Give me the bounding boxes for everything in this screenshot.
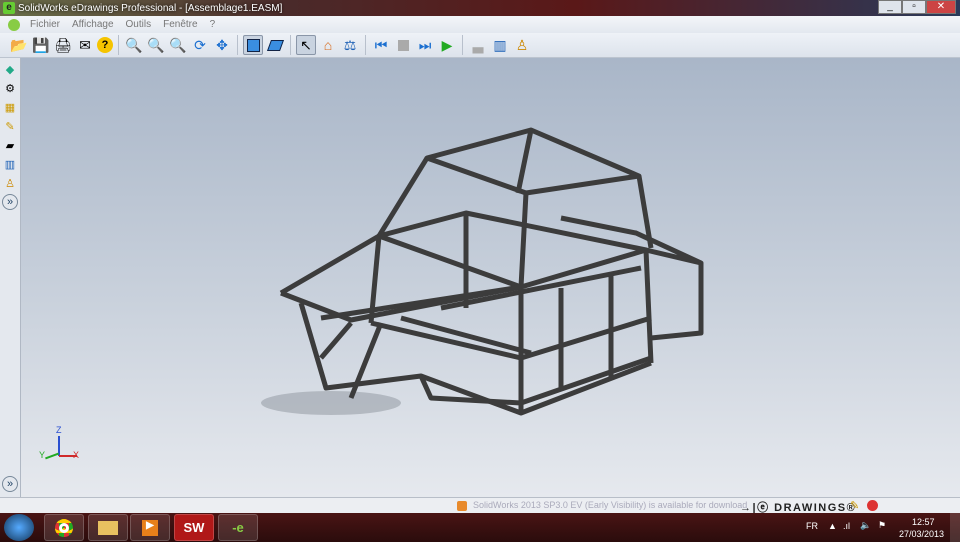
edrawings-taskbar-icon[interactable]: -e xyxy=(218,514,258,541)
measure-icon[interactable]: ⚖ xyxy=(340,35,360,55)
axis-triad: Z X Y xyxy=(39,425,80,464)
stamp-icon[interactable]: ♙ xyxy=(512,35,532,55)
network-icon[interactable]: .ıl xyxy=(843,521,850,531)
explode-icon[interactable]: ▃ xyxy=(468,35,488,55)
pan-icon[interactable]: ✥ xyxy=(212,35,232,55)
chassis-model[interactable] xyxy=(21,58,960,497)
show-desktop-button[interactable] xyxy=(950,513,960,542)
close-button[interactable]: ✕ xyxy=(926,0,956,14)
markup-icon[interactable]: ◆ xyxy=(2,61,18,77)
print-icon[interactable]: 🖨 xyxy=(53,35,73,55)
rotate-icon[interactable]: ⟳ xyxy=(190,35,210,55)
action-center-icon[interactable]: ⚑ xyxy=(878,520,886,531)
measure-tool-icon[interactable]: ▰ xyxy=(2,137,18,153)
pencil-icon[interactable]: ✎ xyxy=(2,118,18,134)
3d-viewport[interactable]: Z X Y xyxy=(21,58,960,497)
volume-icon[interactable]: 🔈 xyxy=(860,520,871,531)
media-player-icon[interactable]: ▶ xyxy=(130,514,170,541)
menu-bar: Fichier Affichage Outils Fenêtre ? _▫✕ xyxy=(0,16,960,46)
email-icon[interactable]: ✉ xyxy=(75,35,95,55)
home-icon[interactable]: ⌂ xyxy=(318,35,338,55)
explorer-icon[interactable] xyxy=(88,514,128,541)
clock-time[interactable]: 12:57 xyxy=(912,517,935,527)
perspective-icon[interactable] xyxy=(265,35,285,55)
help-icon[interactable]: ? xyxy=(97,37,113,53)
menu-outils[interactable]: Outils xyxy=(126,19,152,30)
zoom-area-icon[interactable]: 🔍 xyxy=(146,35,166,55)
stop-icon[interactable] xyxy=(393,35,413,55)
select-icon[interactable]: ↖ xyxy=(296,35,316,55)
axis-x-label: X xyxy=(73,450,80,460)
stamp-tool-icon[interactable]: ♙ xyxy=(2,175,18,191)
properties-icon[interactable]: ▥ xyxy=(2,156,18,172)
maximize-button[interactable]: ▫ xyxy=(902,0,926,14)
expand-bottom-icon[interactable]: » xyxy=(2,476,18,492)
next-frame-icon[interactable]: ⏭ xyxy=(415,35,435,55)
left-toolbar: ◆ ⚙ ▦ ✎ ▰ ▥ ♙ » » xyxy=(0,58,21,497)
solidworks-icon[interactable]: SW xyxy=(174,514,214,541)
first-frame-icon[interactable]: ⏮ xyxy=(371,35,391,55)
window-title: SolidWorks eDrawings Professional - [Ass… xyxy=(18,2,283,14)
minimize-button[interactable]: _ xyxy=(878,0,902,14)
shaded-icon[interactable] xyxy=(243,35,263,55)
document-icon[interactable] xyxy=(8,18,20,31)
sheets-icon[interactable]: ▦ xyxy=(2,99,18,115)
menu-fichier[interactable]: Fichier xyxy=(30,19,60,30)
start-button[interactable] xyxy=(4,514,34,541)
save-icon[interactable]: 💾 xyxy=(31,35,51,55)
status-bar: SolidWorks 2013 SP3.0 EV (Early Visibili… xyxy=(0,497,960,514)
language-indicator[interactable]: FR xyxy=(806,521,818,531)
tray-expand-icon[interactable]: ▲ xyxy=(828,521,837,531)
main-toolbar: 📂 💾 🖨 ✉ ? 🔍 🔍 🔍 ⟳ ✥ ↖ ⌂ ⚖ ⏮ ⏭ ▶ ▃ ▥ ♙ xyxy=(0,33,960,58)
title-bar: e SolidWorks eDrawings Professional - [A… xyxy=(0,0,960,16)
markup-pencil-icon[interactable]: ✎ xyxy=(850,499,859,512)
no-markup-icon[interactable] xyxy=(867,500,878,511)
play-icon[interactable]: ▶ xyxy=(437,35,457,55)
components-icon[interactable]: ▥ xyxy=(490,35,510,55)
open-icon[interactable]: 📂 xyxy=(9,35,29,55)
menu-affichage[interactable]: Affichage xyxy=(72,19,114,30)
menu-fenetre[interactable]: Fenêtre xyxy=(163,19,197,30)
app-logo-icon: e xyxy=(3,2,15,14)
zoom-in-out-icon[interactable]: 🔍 xyxy=(168,35,188,55)
taskbar: ▶ SW -e FR ▲ .ıl 🔈 ⚑ 12:57 27/03/2013 xyxy=(0,513,960,542)
chrome-icon[interactable] xyxy=(44,514,84,541)
rss-icon[interactable] xyxy=(457,501,467,511)
components-tree-icon[interactable]: ⚙ xyxy=(2,80,18,96)
axis-y-label: Y xyxy=(39,450,46,460)
update-message[interactable]: SolidWorks 2013 SP3.0 EV (Early Visibili… xyxy=(473,500,747,510)
menu-help[interactable]: ? xyxy=(210,19,216,30)
clock-date[interactable]: 27/03/2013 xyxy=(899,529,944,539)
expand-panel-icon[interactable]: » xyxy=(2,194,18,210)
zoom-fit-icon[interactable]: 🔍 xyxy=(124,35,144,55)
axis-z-label: Z xyxy=(56,425,62,435)
